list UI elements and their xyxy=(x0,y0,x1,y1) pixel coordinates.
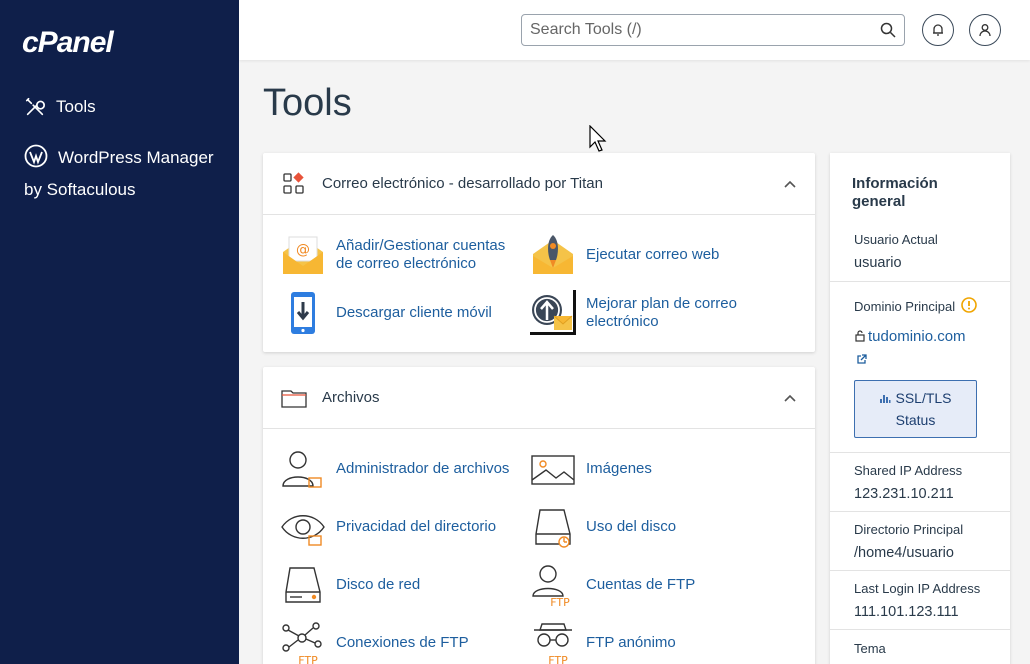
info-row-theme: Tema xyxy=(830,630,1010,664)
chevron-up-icon[interactable] xyxy=(783,177,797,191)
sidebar-item-label: WordPress Manager by Softaculous xyxy=(24,148,214,199)
email-at-icon: @ xyxy=(283,236,323,274)
section-header-email[interactable]: Correo electrónico - desarrollado por Ti… xyxy=(263,153,815,215)
upgrade-email-icon xyxy=(530,290,576,335)
warning-icon[interactable] xyxy=(961,297,977,313)
external-link-icon xyxy=(857,354,867,364)
apps-grid-icon xyxy=(283,171,304,194)
tool-images[interactable]: Imágenes xyxy=(530,446,776,492)
section-title: Correo electrónico - desarrollado por Ti… xyxy=(322,175,603,192)
notifications-button[interactable] xyxy=(922,14,954,46)
svg-text:@: @ xyxy=(296,242,310,258)
info-label: Last Login IP Address xyxy=(854,581,981,596)
tool-label: Conexiones de FTP xyxy=(336,634,469,651)
file-manager-icon xyxy=(282,451,322,488)
info-value: /home4/usuario xyxy=(854,545,954,561)
tool-network-disk[interactable]: Disco de red xyxy=(280,562,526,608)
tools-icon xyxy=(25,97,45,116)
section-header-files[interactable]: Archivos xyxy=(263,367,815,429)
tool-label: Uso del disco xyxy=(586,518,677,535)
tool-upgrade-email[interactable]: Mejorar plan de correo electrónico xyxy=(530,290,776,336)
user-icon xyxy=(979,24,991,37)
tool-label: FTP anónimo xyxy=(586,634,676,651)
tool-ftp-accounts[interactable]: FTP Cuentas de FTP xyxy=(530,562,776,608)
sidebar-item-tools[interactable]: Tools xyxy=(24,96,96,118)
sidebar: cPanel Tools WordPress Manager by Softac… xyxy=(0,0,239,664)
directory-privacy-icon xyxy=(281,515,325,546)
info-title: Información general xyxy=(852,175,938,210)
info-value: 111.101.123.111 xyxy=(854,604,959,620)
tool-label: Privacidad del directorio xyxy=(336,518,497,535)
tool-label: Añadir/Gestionar cuentas de correo elect… xyxy=(336,237,506,272)
svg-text:FTP: FTP xyxy=(298,654,318,664)
info-value: 123.231.10.211 xyxy=(854,486,954,502)
info-row-current-user: Usuario Actual usuario xyxy=(830,217,1010,282)
tool-label: Mejorar plan de correo electrónico xyxy=(586,295,737,330)
bar-chart-icon xyxy=(880,395,891,403)
section-title: Archivos xyxy=(322,389,380,406)
tool-disk-usage[interactable]: Uso del disco xyxy=(530,504,776,550)
info-label: Shared IP Address xyxy=(854,463,963,478)
tool-label: Ejecutar correo web xyxy=(586,246,720,263)
info-row-last-login: Last Login IP Address 111.101.123.111 xyxy=(830,571,1010,630)
section-files: Archivos Administrador de archivos Imáge… xyxy=(263,367,815,664)
chevron-up-icon[interactable] xyxy=(783,391,797,405)
sidebar-item-wordpress[interactable]: WordPress Manager by Softaculous xyxy=(24,142,214,206)
cpanel-logo[interactable]: cPanel xyxy=(22,26,114,60)
mouse-cursor-icon xyxy=(589,125,607,152)
info-row-shared-ip: Shared IP Address 123.231.10.211 xyxy=(830,453,1010,512)
svg-text:FTP: FTP xyxy=(548,654,568,664)
tool-label: Descargar cliente móvil xyxy=(336,304,492,321)
ssl-button-line1: SSL/TLS xyxy=(895,390,952,406)
tool-label: Disco de red xyxy=(336,576,421,593)
info-label: Usuario Actual xyxy=(854,232,938,247)
ftp-accounts-icon: FTP xyxy=(532,565,570,608)
folder-icon xyxy=(281,389,307,408)
section-email: Correo electrónico - desarrollado por Ti… xyxy=(263,153,815,352)
tool-mobile-client[interactable]: Descargar cliente móvil xyxy=(280,290,526,336)
main-domain-link[interactable]: tudominio.com xyxy=(854,325,974,373)
info-label: Directorio Principal xyxy=(854,522,964,537)
svg-text:FTP: FTP xyxy=(550,596,570,608)
info-label: Dominio Principal xyxy=(854,299,956,314)
tool-label: Administrador de archivos xyxy=(336,460,510,477)
info-label: Tema xyxy=(854,641,886,656)
search-icon[interactable] xyxy=(880,22,896,38)
topbar xyxy=(239,0,1030,60)
tool-webmail[interactable]: Ejecutar correo web xyxy=(530,232,776,278)
sidebar-item-label: Tools xyxy=(56,97,96,116)
ftp-connections-icon: FTP xyxy=(282,622,322,664)
domain-text: tudominio.com xyxy=(868,328,966,345)
tool-label: Cuentas de FTP xyxy=(586,576,696,593)
wordpress-icon xyxy=(24,144,48,168)
page-title: Tools xyxy=(263,82,352,124)
tool-add-email[interactable]: @ Añadir/Gestionar cuentas de correo ele… xyxy=(280,232,526,278)
images-icon xyxy=(531,455,575,485)
tool-anonymous-ftp[interactable]: FTP FTP anónimo xyxy=(530,620,776,664)
network-disk-icon xyxy=(285,567,321,603)
ssl-tls-status-button[interactable]: SSL/TLS Status xyxy=(854,380,977,438)
tool-file-manager[interactable]: Administrador de archivos xyxy=(280,446,526,492)
info-row-home-dir: Directorio Principal /home4/usuario xyxy=(830,512,1010,571)
tool-directory-privacy[interactable]: Privacidad del directorio xyxy=(280,504,526,550)
webmail-rocket-icon xyxy=(533,235,573,274)
general-info-panel: Información general Usuario Actual usuar… xyxy=(830,153,1010,664)
search-box[interactable] xyxy=(521,14,905,46)
search-input[interactable] xyxy=(522,15,862,45)
tool-label: Imágenes xyxy=(586,460,652,477)
bell-icon xyxy=(933,24,943,36)
tool-ftp-connections[interactable]: FTP Conexiones de FTP xyxy=(280,620,526,664)
user-menu-button[interactable] xyxy=(969,14,1001,46)
anonymous-ftp-icon: FTP xyxy=(534,623,572,664)
mobile-download-icon xyxy=(291,292,315,334)
lock-icon xyxy=(855,330,865,342)
disk-usage-icon xyxy=(535,509,571,548)
ssl-button-line2: Status xyxy=(895,412,936,428)
info-value: usuario xyxy=(854,255,902,271)
